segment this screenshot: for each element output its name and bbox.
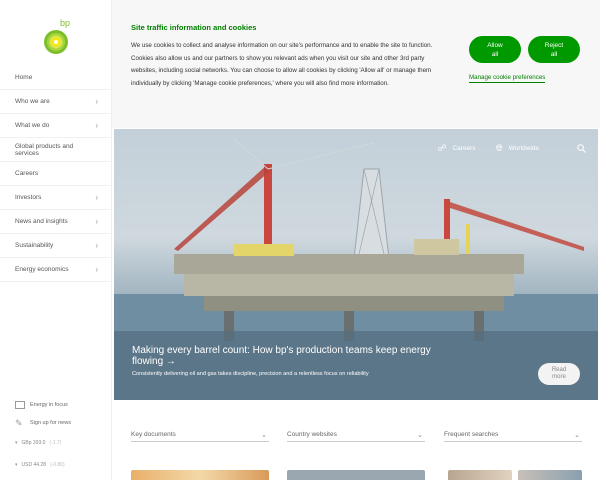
sidebar-item-sustainability[interactable]: Sustainability › — [0, 234, 112, 258]
search-icon — [577, 144, 586, 153]
worldwide-label: Worldwide — [508, 145, 539, 152]
chevron-right-icon: › — [95, 121, 98, 130]
chevron-down-icon: ⌄ — [261, 431, 267, 439]
cookie-title: Site traffic information and cookies — [131, 23, 257, 32]
sidebar-nav: Home Who we are › What we do › Global prod… — [0, 66, 112, 282]
pen-icon: ✎ — [15, 418, 23, 428]
share-price-gbp[interactable]: ▾ GBp 393.0 (-1.7) — [0, 432, 112, 454]
energy-in-focus-label: Energy in focus — [30, 402, 68, 408]
hero-title-link[interactable]: Making every barrel count: How bp's prod… — [132, 345, 462, 367]
top-nav: ☍ Careers 🌐︎ Worldwide — [437, 143, 598, 154]
key-documents-dropdown[interactable]: Key documents ⌄ — [131, 428, 269, 442]
chevron-right-icon: › — [95, 241, 98, 250]
hero-subtitle: Consistently delivering oil and gas take… — [132, 371, 369, 377]
sidebar-item-investors[interactable]: Investors › — [0, 186, 112, 210]
chevron-down-icon: ⌄ — [417, 431, 423, 439]
bp-logo[interactable]: bp — [40, 18, 74, 56]
sidebar-item-label: Global products and services — [15, 142, 74, 157]
card-image-4[interactable] — [518, 470, 582, 480]
logo-text: bp — [60, 18, 70, 28]
share-price-change: (-1.7) — [49, 440, 62, 446]
energy-in-focus-link[interactable]: Energy in focus — [0, 396, 112, 414]
cookie-body: We use cookies to collect and analyse in… — [131, 42, 433, 87]
share-price-usd[interactable]: ▾ USD 44.28 (-0.80) — [0, 454, 112, 476]
dropdown-label: Country websites — [287, 431, 337, 438]
reject-all-label: Reject all — [544, 41, 564, 58]
sidebar-item-label: News and insights — [15, 218, 68, 225]
globe-icon: 🌐︎ — [495, 143, 503, 153]
chevron-right-icon: › — [95, 97, 98, 106]
chevron-down-icon: ⌄ — [574, 431, 580, 439]
share-price-change: (-0.80) — [49, 462, 65, 468]
card-image-2[interactable] — [287, 470, 425, 480]
arrow-down-icon: ▾ — [15, 462, 18, 468]
read-more-button[interactable]: Read more — [538, 363, 580, 385]
manage-cookie-preferences-link[interactable]: Manage cookie preferences — [469, 74, 546, 83]
careers-label: Careers — [452, 145, 476, 152]
sidebar: bp Home Who we are › What we do › Global p… — [0, 0, 112, 480]
frequent-searches-dropdown[interactable]: Frequent searches ⌄ — [444, 428, 582, 442]
sidebar-item-careers[interactable]: Careers — [0, 162, 112, 186]
chevron-right-icon: › — [95, 265, 98, 274]
allow-all-label: Allow all — [487, 41, 503, 58]
search-button[interactable] — [577, 144, 586, 153]
dropdown-label: Frequent searches — [444, 431, 499, 438]
sign-up-news-link[interactable]: ✎ Sign up for news — [0, 414, 112, 432]
cookie-banner: Site traffic information and cookies We … — [112, 0, 600, 128]
careers-link[interactable]: ☍ Careers — [437, 143, 475, 154]
sidebar-item-news[interactable]: News and insights › — [0, 210, 112, 234]
chevron-right-icon: › — [95, 193, 98, 202]
sign-up-news-label: Sign up for news — [30, 420, 71, 426]
country-websites-dropdown[interactable]: Country websites ⌄ — [287, 428, 425, 442]
chevron-right-icon: › — [95, 217, 98, 226]
sidebar-item-who-we-are[interactable]: Who we are › — [0, 90, 112, 114]
sidebar-item-what-we-do[interactable]: What we do › — [0, 114, 112, 138]
worldwide-link[interactable]: 🌐︎ Worldwide — [496, 143, 539, 154]
sidebar-item-label: Home — [15, 74, 33, 81]
sidebar-item-label: Investors — [15, 194, 42, 201]
sidebar-item-label: What we do — [15, 122, 50, 129]
hero-title: Making every barrel count: How bp's prod… — [132, 345, 431, 367]
sidebar-item-label: Energy economics — [15, 266, 69, 273]
card-image-3[interactable] — [448, 470, 512, 480]
hero-banner: ☍ Careers 🌐︎ Worldwide Making every barr… — [114, 129, 598, 400]
sidebar-item-label: Sustainability — [15, 242, 54, 249]
share-price-value: USD 44.28 — [21, 462, 46, 468]
card-image-1[interactable] — [131, 470, 269, 480]
sidebar-footer: Energy in focus ✎ Sign up for news ▾ GBp… — [0, 396, 112, 476]
sidebar-item-energy-economics[interactable]: Energy economics › — [0, 258, 112, 282]
read-more-label: Read more — [551, 367, 567, 380]
share-price-value: GBp 393.0 — [21, 440, 46, 446]
sidebar-item-label: Careers — [15, 170, 39, 177]
dropdown-label: Key documents — [131, 431, 176, 438]
arrow-down-icon: ▾ — [15, 440, 18, 446]
sidebar-item-label: Who we are — [15, 98, 50, 105]
sidebar-item-global-products[interactable]: Global products and services — [0, 138, 112, 162]
sidebar-item-home[interactable]: Home — [0, 66, 112, 90]
book-icon — [15, 401, 25, 409]
arrow-right-icon: → — [165, 356, 176, 367]
people-icon: ☍ — [437, 143, 447, 153]
reject-all-button[interactable]: Reject all — [528, 36, 580, 63]
allow-all-button[interactable]: Allow all — [469, 36, 521, 63]
